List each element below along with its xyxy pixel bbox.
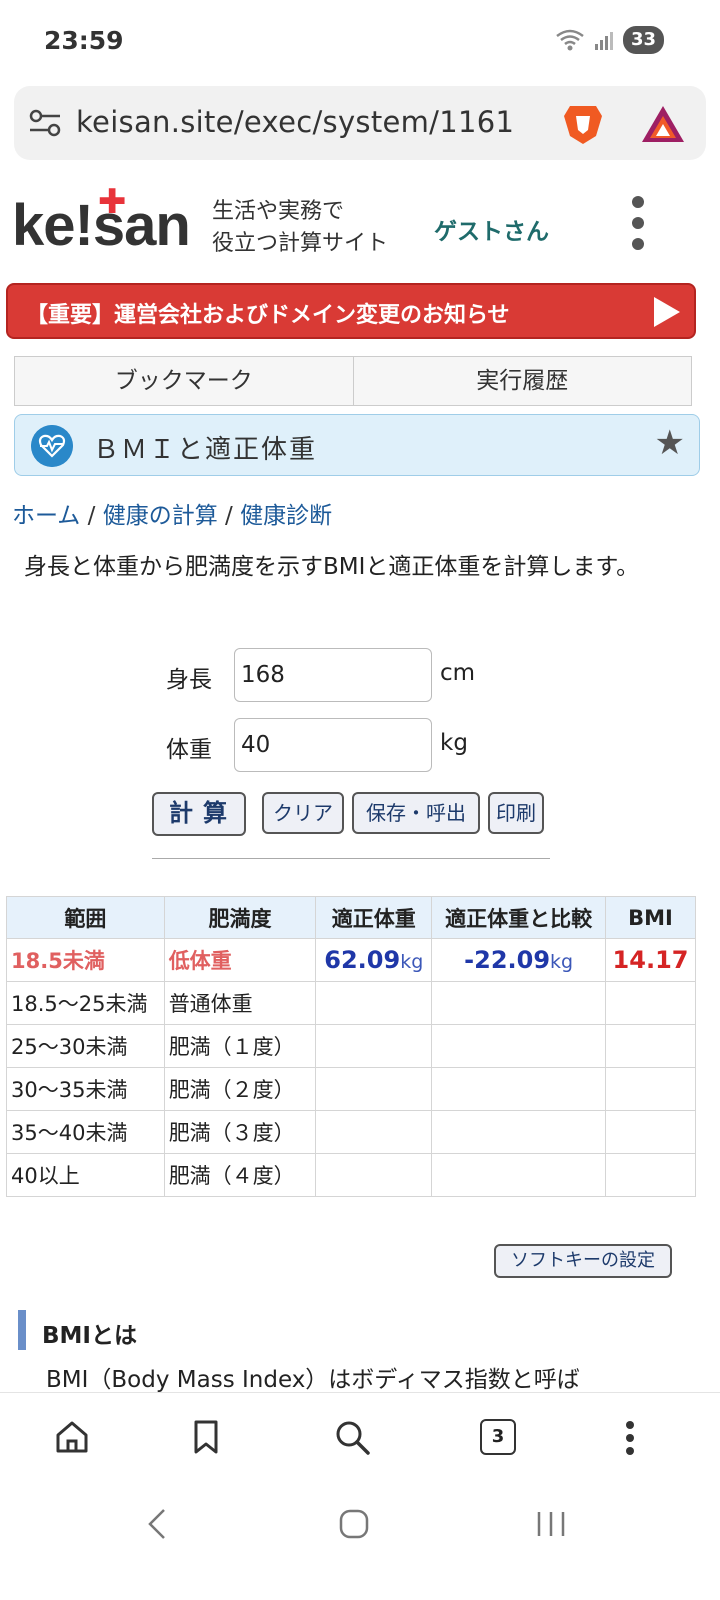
address-bar[interactable]: keisan.site/exec/system/1161 <box>14 86 706 160</box>
print-button[interactable]: 印刷 <box>488 792 544 834</box>
battery-badge: 33 <box>622 26 664 54</box>
status-bar: 23:59 33 <box>0 0 720 80</box>
table-row: 25〜30未満 肥満（１度） <box>6 1024 696 1068</box>
breadcrumb-home[interactable]: ホーム <box>12 503 80 529</box>
tab-history[interactable]: 実行履歴 <box>352 357 692 405</box>
table-row: 35〜40未満 肥満（３度） <box>6 1110 696 1154</box>
table-row: 18.5〜25未満 普通体重 <box>6 981 696 1025</box>
table-header-row: 範囲 肥満度 適正体重 適正体重と比較 BMI <box>6 896 696 939</box>
notice-banner[interactable]: 【重要】運営会社およびドメイン変更のお知らせ <box>6 283 696 339</box>
site-settings-icon[interactable] <box>28 106 62 140</box>
home-icon[interactable] <box>52 1417 92 1457</box>
tabs-count-button[interactable]: 3 <box>480 1419 516 1455</box>
weight-label: 体重 <box>166 737 212 763</box>
signal-icon <box>594 32 613 50</box>
browser-bottom-bar: 3 <box>0 1392 720 1482</box>
weight-row: 体重 kg <box>0 718 720 774</box>
breadcrumb-checkup[interactable]: 健康診断 <box>240 503 332 529</box>
clear-button[interactable]: クリア <box>262 792 344 834</box>
site-menu-icon[interactable] <box>628 196 648 252</box>
col-range: 範囲 <box>6 896 165 939</box>
height-unit: cm <box>440 660 476 686</box>
section-marker <box>18 1310 26 1350</box>
section-text: BMI（Body Mass Index）はボディマス指数と呼ば <box>46 1367 580 1393</box>
page-description: 身長と体重から肥満度を示すBMIと適正体重を計算します。 <box>24 554 640 580</box>
table-row: 40以上 肥満（４度） <box>6 1153 696 1197</box>
weight-unit: kg <box>440 730 468 756</box>
play-arrow-icon <box>654 297 680 327</box>
brave-shield-icon[interactable] <box>562 102 604 146</box>
nav-tabs: ブックマーク 実行履歴 <box>14 356 692 406</box>
user-link[interactable]: ゲストさん <box>434 212 549 246</box>
table-row: 18.5未満 低体重 62.09kg -22.09kg 14.17 <box>6 938 696 982</box>
save-load-button[interactable]: 保存・呼出 <box>352 792 480 834</box>
bmi-value: 14.17 <box>605 938 696 982</box>
recents-icon[interactable] <box>534 1508 568 1540</box>
col-ideal-weight: 適正体重 <box>315 896 433 939</box>
site-logo[interactable]: ke!san ✚ <box>12 182 202 258</box>
back-icon[interactable] <box>144 1506 170 1542</box>
result-table: 範囲 肥満度 適正体重 適正体重と比較 BMI 18.5未満 低体重 62.09… <box>6 896 696 1197</box>
table-row: 30〜35未満 肥満（２度） <box>6 1067 696 1111</box>
plus-icon: ✚ <box>98 182 127 222</box>
tab-bookmark[interactable]: ブックマーク <box>15 357 353 405</box>
system-nav-bar <box>0 1482 720 1600</box>
breadcrumb: ホーム / 健康の計算 / 健康診断 <box>12 503 333 529</box>
calculate-button[interactable]: 計算 <box>152 792 246 836</box>
status-time: 23:59 <box>44 26 124 55</box>
status-icons: 33 <box>555 26 664 54</box>
home-nav-icon[interactable] <box>336 1506 372 1542</box>
breadcrumb-health[interactable]: 健康の計算 <box>103 503 218 529</box>
search-icon[interactable] <box>332 1417 372 1457</box>
wifi-icon <box>556 29 584 51</box>
url-text[interactable]: keisan.site/exec/system/1161 <box>76 105 514 139</box>
rewards-triangle-icon[interactable] <box>640 102 686 146</box>
ideal-weight-value: 62.09kg <box>315 938 433 982</box>
softkey-settings-button[interactable]: ソフトキーの設定 <box>494 1244 672 1278</box>
weight-input[interactable] <box>234 718 432 772</box>
page-title: ＢＭＩと適正体重 <box>93 435 318 465</box>
browser-menu-icon[interactable] <box>620 1417 640 1457</box>
site-tagline: 生活や実務で 役立つ計算サイト <box>212 199 389 256</box>
col-diff: 適正体重と比較 <box>431 896 607 939</box>
col-category: 肥満度 <box>163 896 317 939</box>
height-label: 身長 <box>166 667 212 693</box>
page-title-bar: ＢＭＩと適正体重 ★ <box>14 414 700 476</box>
col-bmi: BMI <box>605 896 696 939</box>
height-input[interactable] <box>234 648 432 702</box>
section-heading: BMIとは <box>42 1323 137 1349</box>
notice-text: 【重要】運営会社およびドメイン変更のお知らせ <box>26 303 510 328</box>
heart-pulse-icon <box>31 425 73 467</box>
weight-diff-value: -22.09kg <box>431 938 607 982</box>
height-row: 身長 cm <box>0 648 720 704</box>
divider <box>152 858 550 859</box>
bookmark-icon[interactable] <box>186 1417 226 1457</box>
star-icon[interactable]: ★ <box>655 423 685 463</box>
